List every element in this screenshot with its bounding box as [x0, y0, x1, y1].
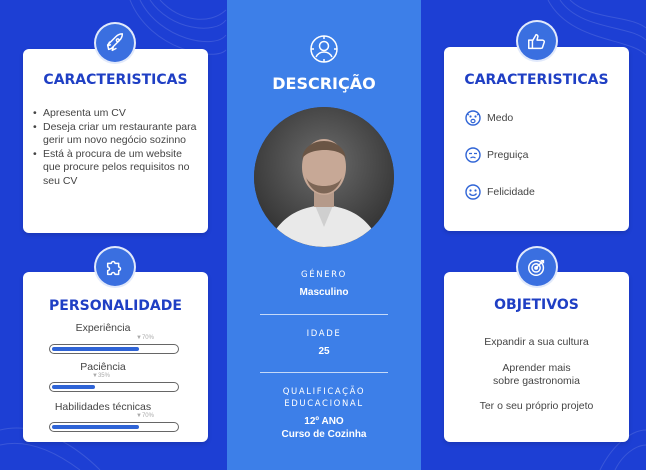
age-value: 25 — [318, 346, 330, 357]
education-label: QUALIFICAÇÃO — [282, 387, 366, 397]
list-item: Deseja criar um restaurante para gerir u… — [33, 121, 202, 148]
trait-label: Felicidade — [487, 186, 535, 198]
goal-item: Aprender mais sobre gastronomia — [493, 362, 580, 387]
target-icon — [516, 246, 558, 288]
personality-card: PERSONALIDADE — [23, 272, 208, 442]
list-item: Apresenta um CV — [33, 107, 202, 121]
card-title: OBJETIVOS — [494, 297, 579, 313]
skill-bar-patience — [49, 382, 179, 392]
goal-item: Expandir a sua cultura — [484, 336, 589, 348]
skill-percent: ▼70% — [136, 413, 154, 419]
characteristics-card-right: CARACTERISTICAS — [444, 47, 629, 231]
education-value: Curso de Cozinha — [281, 429, 367, 440]
skill-bar-experience — [49, 344, 179, 354]
avatar — [254, 107, 394, 247]
education-value: 12º ANO — [304, 416, 344, 427]
puzzle-icon — [94, 246, 136, 288]
gender-label: GÉNERO — [301, 270, 347, 280]
rocket-icon — [94, 22, 136, 64]
goal-item: Ter o seu próprio projeto — [479, 400, 594, 412]
divider — [260, 372, 388, 373]
skill-fill — [52, 385, 95, 389]
goals-card: OBJETIVOS — [444, 272, 629, 442]
skill-fill — [52, 347, 139, 351]
education-label: EDUCACIONAL — [284, 399, 364, 409]
age-label: IDADE — [306, 329, 342, 339]
person-icon — [309, 34, 339, 64]
skill-label-technical: Habilidades técnicas — [54, 401, 152, 413]
card-title: CARACTERISTICAS — [43, 72, 188, 88]
skill-fill — [52, 425, 139, 429]
page-title: DESCRIÇÃO — [272, 74, 376, 93]
trait-fear: Medo — [465, 110, 513, 126]
list-item: Está à procura de um website que procure… — [33, 148, 202, 189]
skill-percent: ▼35% — [92, 373, 110, 379]
trait-laziness: Preguiça — [465, 147, 528, 163]
skill-percent: ▼70% — [136, 335, 154, 341]
divider — [260, 314, 388, 315]
card-title: PERSONALIDADE — [49, 298, 182, 314]
happy-face-icon — [465, 184, 481, 200]
characteristics-card-left: CARACTERISTICAS Apresenta um CV Deseja c… — [23, 49, 208, 233]
lazy-face-icon — [465, 147, 481, 163]
trait-label: Medo — [487, 112, 514, 124]
trait-label: Preguiça — [487, 149, 529, 161]
skill-label-patience: Paciência — [80, 361, 126, 373]
thumbs-up-icon — [516, 20, 558, 62]
characteristics-list: Apresenta um CV Deseja criar um restaura… — [33, 107, 202, 188]
trait-happiness: Felicidade — [465, 184, 535, 200]
gender-value: Masculino — [299, 287, 349, 298]
fear-face-icon — [465, 110, 481, 126]
skill-label-experience: Experiência — [75, 322, 131, 334]
skill-bar-technical — [49, 422, 179, 432]
card-title: CARACTERISTICAS — [464, 72, 609, 88]
